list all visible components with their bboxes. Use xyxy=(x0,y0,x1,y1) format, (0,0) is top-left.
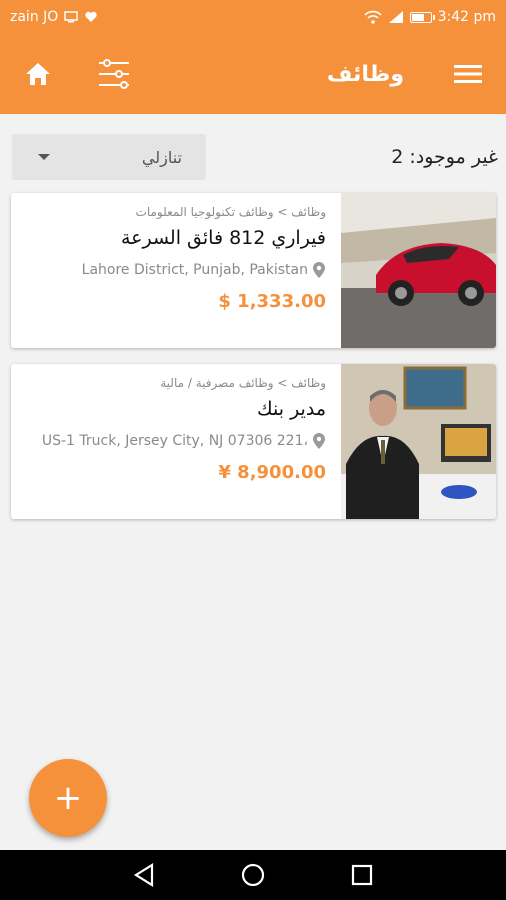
plus-icon: + xyxy=(53,778,83,818)
listing-title: فيراري 812 فائق السرعة xyxy=(120,227,326,249)
sliders-icon xyxy=(99,59,129,89)
results-count: غير موجود: 2 xyxy=(391,146,498,168)
back-triangle-icon xyxy=(134,863,154,887)
home-nav-button[interactable] xyxy=(233,855,273,895)
home-icon xyxy=(26,63,50,85)
listing-card[interactable]: وظائف > وظائف تكنولوجيا المعلومات فيراري… xyxy=(11,193,496,348)
listing-price: $ 1,333.00 xyxy=(218,291,326,312)
location-pin-icon xyxy=(313,262,325,278)
car-photo xyxy=(341,193,496,348)
status-bar: zain JO 3:42 pm xyxy=(0,0,506,34)
home-circle-icon xyxy=(241,863,265,887)
filter-button[interactable] xyxy=(96,56,132,92)
chevron-down-icon xyxy=(38,154,50,160)
wifi-icon xyxy=(363,10,382,24)
location-text: US-1 Truck, Jersey City, NJ 07306 221، xyxy=(41,433,308,449)
app-bar: وظائف xyxy=(0,34,506,114)
office-man-photo xyxy=(341,364,496,519)
system-nav-bar xyxy=(0,850,506,900)
listing-info: وظائف > وظائف مصرفية / مالية مدير بنك US… xyxy=(11,364,341,519)
menu-button[interactable] xyxy=(450,56,486,92)
listing-info: وظائف > وظائف تكنولوجيا المعلومات فيراري… xyxy=(11,193,341,348)
listing-location: US-1 Truck, Jersey City, NJ 07306 221، xyxy=(42,432,326,450)
status-right: 3:42 pm xyxy=(363,9,496,25)
sort-value: تنازلي xyxy=(141,147,182,167)
listing-location: Lahore District, Punjab, Pakistan xyxy=(82,261,326,279)
carrier-label: zain JO xyxy=(10,9,59,25)
status-time: 3:42 pm xyxy=(437,9,496,25)
listing-card[interactable]: وظائف > وظائف مصرفية / مالية مدير بنك US… xyxy=(11,364,496,519)
app-bar-right: وظائف xyxy=(327,56,486,92)
page-title: وظائف xyxy=(326,61,404,87)
home-button[interactable] xyxy=(20,56,56,92)
back-button[interactable] xyxy=(124,855,164,895)
sort-dropdown[interactable]: تنازلي xyxy=(12,134,206,180)
recents-square-icon xyxy=(351,864,372,886)
signal-icon xyxy=(388,11,403,23)
location-pin-icon xyxy=(313,433,325,449)
listing-breadcrumb: وظائف > وظائف تكنولوجيا المعلومات xyxy=(135,205,326,219)
status-left: zain JO xyxy=(10,9,98,25)
results-toolbar: تنازلي غير موجود: 2 xyxy=(12,134,498,180)
add-listing-button[interactable]: + xyxy=(29,759,107,837)
listing-breadcrumb: وظائف > وظائف مصرفية / مالية xyxy=(160,376,326,390)
screen-cast-icon xyxy=(64,11,79,23)
heart-shield-icon xyxy=(85,11,97,22)
battery-icon xyxy=(409,11,435,23)
location-text: Lahore District, Punjab, Pakistan xyxy=(81,262,308,278)
hamburger-menu-icon xyxy=(454,65,482,83)
recents-button[interactable] xyxy=(342,855,382,895)
listing-title: مدير بنك xyxy=(257,398,326,420)
listing-price: ¥ 8,900.00 xyxy=(218,462,326,483)
app-bar-left xyxy=(20,56,132,92)
